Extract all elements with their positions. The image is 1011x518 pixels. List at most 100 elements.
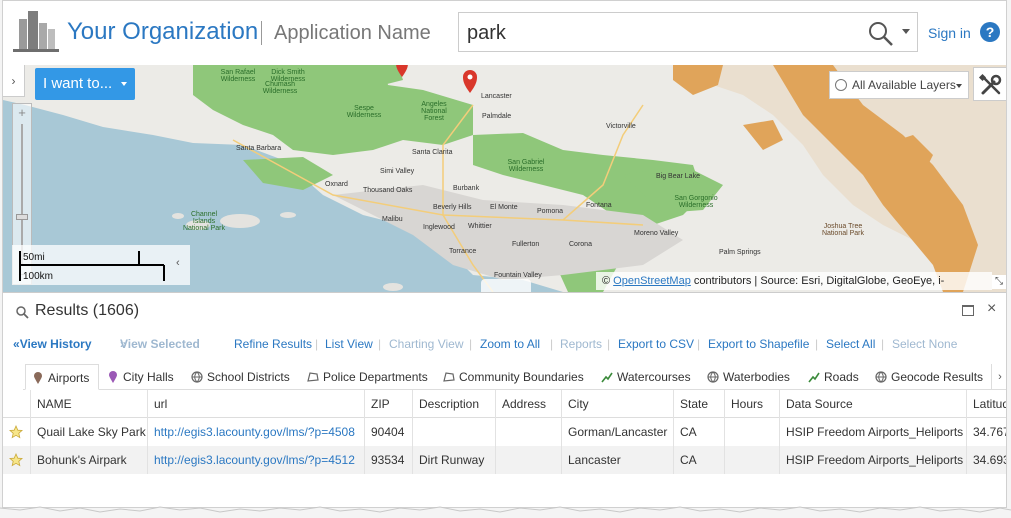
export-csv-link[interactable]: Export to CSV: [618, 337, 694, 351]
map-label: San Gabriel Wilderness: [507, 159, 545, 173]
star-icon[interactable]: [9, 425, 23, 439]
maximize-icon[interactable]: [962, 305, 974, 316]
tab-geocode-results[interactable]: Geocode Results: [875, 364, 983, 390]
url-link[interactable]: http://egis3.lacounty.gov/lms/?p=4508: [154, 425, 355, 439]
map-label: Chumash Wilderness: [262, 81, 298, 95]
help-icon[interactable]: ?: [980, 22, 1000, 42]
expand-panel-button[interactable]: ›: [3, 65, 25, 97]
list-view-link[interactable]: List View: [325, 337, 373, 351]
refine-results-link[interactable]: Refine Results: [234, 337, 312, 351]
map-label: Thousand Oaks: [363, 187, 413, 194]
chevron-right-icon[interactable]: ›: [991, 364, 1006, 390]
map-marker-icon: [109, 371, 117, 383]
table-cell: 34.693: [973, 453, 1007, 467]
reports-link[interactable]: Reports: [560, 337, 602, 351]
map-label: Oxnard: [325, 181, 348, 188]
sign-in-link[interactable]: Sign in: [928, 25, 971, 41]
tab-watercourses[interactable]: Watercourses: [601, 364, 691, 390]
view-selected-label: View Selected: [120, 337, 200, 351]
tab-airports[interactable]: Airports: [25, 364, 99, 390]
globe-icon: [835, 79, 847, 91]
table-cell: Lancaster: [562, 446, 674, 474]
map-label: Inglewood: [423, 224, 455, 231]
search-input[interactable]: [467, 21, 847, 45]
app-header: Your Organization Application Name Sign …: [3, 1, 1006, 65]
table-row[interactable]: Bohunk's Airpark http://egis3.lacounty.g…: [3, 446, 1007, 474]
toolbar-divider: |: [881, 337, 885, 351]
toolbar-divider: |: [550, 337, 554, 351]
tab-label: Police Departments: [323, 370, 428, 384]
zoom-in-icon[interactable]: +: [13, 104, 31, 122]
table-cell: http://egis3.lacounty.gov/lms/?p=4512: [148, 446, 365, 474]
table-cell: [413, 418, 496, 446]
map-label: Whittier: [468, 223, 492, 230]
wrench-screwdriver-icon: [978, 73, 1002, 95]
application-name: Application Name: [274, 22, 431, 44]
organization-name[interactable]: Your Organization: [67, 18, 258, 46]
table-header-cell[interactable]: Description: [413, 390, 496, 418]
tab-city-halls[interactable]: City Halls: [107, 364, 174, 390]
map-label: Santa Clarita: [412, 149, 453, 156]
table-cell: [496, 418, 562, 446]
table-header-cell[interactable]: url: [148, 390, 365, 418]
table-header-cell[interactable]: ZIP: [365, 390, 413, 418]
i-want-to-button[interactable]: I want to...: [35, 68, 135, 100]
tools-button[interactable]: [973, 67, 1006, 101]
zoom-thumb[interactable]: [16, 214, 28, 220]
favorite-cell[interactable]: [3, 446, 31, 474]
map-label: Torrance: [449, 248, 477, 255]
view-history-link[interactable]: « View History: [13, 337, 92, 351]
close-icon[interactable]: ×: [987, 300, 996, 318]
select-all-link[interactable]: Select All: [826, 337, 875, 351]
map-label: San Gorgonio Wilderness: [674, 195, 718, 209]
view-selected-link[interactable]: View Selected »: [120, 337, 200, 351]
toolbar-divider: |: [815, 337, 819, 351]
search-icon[interactable]: [867, 20, 895, 48]
map-label: Moreno Valley: [634, 230, 679, 237]
table-header-cell[interactable]: Hours: [725, 390, 780, 418]
chevron-down-icon: [956, 84, 962, 88]
map-label: Victorville: [606, 123, 636, 130]
search-box[interactable]: [458, 12, 918, 52]
tab-roads[interactable]: Roads: [808, 364, 859, 390]
table-header-cell[interactable]: NAME: [31, 390, 148, 418]
tab-label: Geocode Results: [891, 370, 984, 384]
table-header-cell[interactable]: Address: [496, 390, 562, 418]
tab-waterbodies[interactable]: Waterbodies: [707, 364, 790, 390]
layers-dropdown[interactable]: All Available Layers: [829, 71, 969, 99]
map-label: Palm Springs: [719, 249, 761, 256]
table-header-cell[interactable]: City: [562, 390, 674, 418]
map-label: Angeles National Forest: [421, 101, 447, 122]
table-header-cell[interactable]: State: [674, 390, 725, 418]
url-link[interactable]: http://egis3.lacounty.gov/lms/?p=4512: [154, 453, 355, 467]
tab-community-boundaries[interactable]: Community Boundaries: [443, 364, 584, 390]
chevron-left-icon[interactable]: ‹: [176, 257, 180, 269]
star-icon[interactable]: [9, 453, 23, 467]
building-logo-icon: [13, 11, 59, 52]
favorite-cell[interactable]: [3, 418, 31, 446]
openstreetmap-link[interactable]: OpenStreetMap: [613, 275, 691, 287]
export-shapefile-link[interactable]: Export to Shapefile: [708, 337, 809, 351]
table-header-cell[interactable]: Data Source: [780, 390, 967, 418]
zoom-to-all-link[interactable]: Zoom to All: [480, 337, 540, 351]
charting-view-link[interactable]: Charting View: [389, 337, 463, 351]
globe-icon: [191, 371, 203, 383]
select-none-link[interactable]: Select None: [892, 337, 957, 351]
tab-school-districts[interactable]: School Districts: [191, 364, 290, 390]
zoom-track[interactable]: [21, 124, 23, 264]
tab-police-departments[interactable]: Police Departments: [307, 364, 428, 390]
table-header-cell[interactable]: Latitude: [967, 390, 1006, 418]
line-icon: [601, 372, 613, 383]
table-cell: CA: [674, 446, 725, 474]
map-pull-tab[interactable]: [481, 279, 531, 292]
map-label: San Rafael Wilderness: [220, 69, 256, 83]
map-label: Palmdale: [482, 113, 512, 120]
table-cell: 90404: [365, 418, 413, 446]
resize-arrow-icon[interactable]: ⤡: [992, 275, 1006, 289]
table-cell: [496, 446, 562, 474]
map-view[interactable]: Lancaster Palmdale Victorville Santa Bar…: [3, 65, 1006, 292]
search-options-caret-icon[interactable]: [902, 29, 910, 34]
table-cell: 93534: [365, 446, 413, 474]
map-label: Pomona: [537, 208, 564, 215]
table-row[interactable]: Quail Lake Sky Park http://egis3.lacount…: [3, 418, 1006, 446]
